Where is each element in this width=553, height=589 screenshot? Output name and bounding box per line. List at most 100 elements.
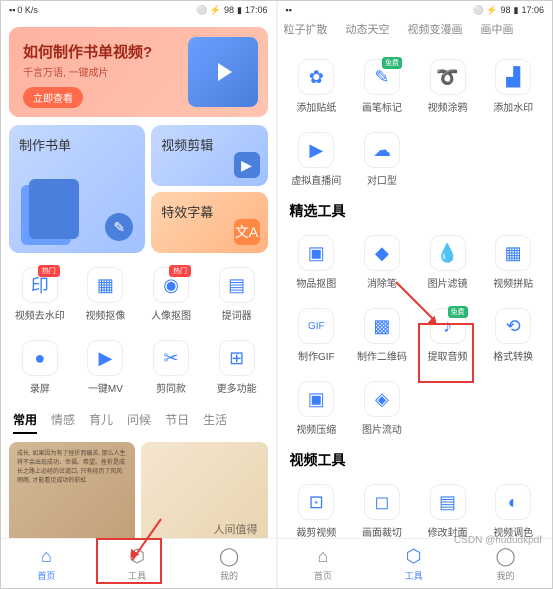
badge: 热门	[169, 265, 191, 277]
tool-label: 添加水印	[493, 99, 533, 114]
tool-item[interactable]: ◈图片流动	[351, 377, 413, 440]
更多功能-icon: ⊞	[219, 340, 255, 376]
tool-item[interactable]: ▟ 添加水印	[482, 55, 544, 118]
tool-grid: 印热门视频去水印▦视频抠像◉热门人像抠图▤提词器	[9, 263, 268, 326]
tool-label: 消除笔	[367, 275, 397, 290]
tab[interactable]: 问候	[127, 411, 151, 434]
translate-icon: 文A	[234, 219, 260, 245]
视频调色-icon: ◐	[495, 484, 531, 520]
banner-art	[188, 37, 258, 107]
left-screen: ▪▪0 K/s ⚪ ⚡98▮17:06 如何制作书单视频? 千言万语, 一键成片…	[1, 1, 276, 588]
signal-icon: ▪▪	[286, 5, 292, 15]
nav-首页[interactable]: ⌂ 首页	[314, 546, 332, 582]
图片滤镜-icon: 💧	[430, 235, 466, 271]
tool-item[interactable]: ✂剪同款	[140, 336, 202, 399]
添加贴纸-icon: ✿	[298, 59, 334, 95]
tool-item[interactable]: ▩制作二维码	[351, 304, 413, 367]
edit-icon: ▶	[234, 152, 260, 178]
card-subtitle[interactable]: 特效字幕 文A	[151, 192, 267, 253]
promo-banner[interactable]: 如何制作书单视频? 千言万语, 一键成片 立即查看	[9, 27, 268, 117]
tool-item[interactable]: ☁对口型	[351, 128, 413, 191]
tool-item[interactable]: ⟲格式转换	[482, 304, 544, 367]
play-icon	[218, 63, 232, 81]
feed-item[interactable]: 成长, 如果因为有了挫折而痛苦, 那么人生将不会出现成功、幸福、希望。挫折是成长…	[9, 442, 135, 538]
tool-item[interactable]: ▦视频拼贴	[482, 231, 544, 294]
bt-icon: ⚪ ⚡	[473, 5, 498, 16]
category-tab[interactable]: 视频变漫画	[408, 21, 463, 39]
tool-label: 视频去水印	[15, 307, 65, 322]
tool-label: 虚拟直播间	[291, 172, 341, 187]
tool-label: 视频调色	[493, 524, 533, 538]
nav-label: 我的	[220, 569, 238, 582]
nav-icon: ⌂	[41, 546, 52, 567]
tool-item[interactable]: ➰视频涂鸦	[417, 55, 479, 118]
tool-item[interactable]: 印热门视频去水印	[9, 263, 71, 326]
tool-item[interactable]: 💧 图片滤镜	[417, 231, 479, 294]
tool-item[interactable]: ◆消除笔	[351, 231, 413, 294]
tool-label: 人像抠图	[151, 307, 191, 322]
tool-item[interactable]: ⊞更多功能	[206, 336, 268, 399]
tool-item[interactable]: ▤修改封面	[417, 480, 479, 538]
tool-label: 对口型	[367, 172, 397, 187]
tab[interactable]: 情感	[51, 411, 75, 434]
category-tab[interactable]: 动态天空	[346, 21, 390, 39]
nav-工具[interactable]: ⬡工具	[405, 546, 423, 582]
视频压缩-icon: ▣	[298, 381, 334, 417]
视频去水印-icon: 印热门	[22, 267, 58, 303]
card-video-edit[interactable]: 视频剪辑 ▶	[151, 125, 267, 186]
feed-item[interactable]: 人间值得	[141, 442, 267, 538]
tool-item[interactable]: ✎免费画笔标记	[351, 55, 413, 118]
tool-item[interactable]: ▤ 提词器	[206, 263, 268, 326]
tool-item[interactable]: ●录屏	[9, 336, 71, 399]
画面裁切-icon: ◻	[364, 484, 400, 520]
card-booklist[interactable]: 制作书单 ✎	[9, 125, 145, 253]
tool-item[interactable]: ▶虚拟直播间	[286, 128, 348, 191]
bt-icon: ⚪ ⚡	[196, 5, 221, 16]
图片流动-icon: ◈	[364, 381, 400, 417]
tool-item[interactable]: ▣视频压缩	[286, 377, 348, 440]
tool-label: 裁剪视频	[296, 524, 336, 538]
提词器-icon: ▤	[219, 267, 255, 303]
category-tab[interactable]: 粒子扩散	[284, 21, 328, 39]
nav-icon: ⌂	[317, 546, 328, 567]
tool-item[interactable]: ▶一键MV	[75, 336, 137, 399]
banner-button[interactable]: 立即查看	[23, 87, 83, 108]
添加水印-icon: ▟	[495, 59, 531, 95]
tool-label: 提取音频	[428, 348, 468, 363]
视频拼贴-icon: ▦	[495, 235, 531, 271]
tool-item[interactable]: ▣物品抠图	[286, 231, 348, 294]
nav-我的[interactable]: ◯我的	[219, 546, 239, 582]
nav-icon: ◯	[495, 546, 515, 567]
nav-label: 首页	[314, 569, 332, 582]
tool-item[interactable]: ◐ 视频调色	[482, 480, 544, 538]
tool-item[interactable]: ◻画面裁切	[351, 480, 413, 538]
nav-首页[interactable]: ⌂ 首页	[37, 546, 55, 582]
tool-label: 格式转换	[493, 348, 533, 363]
tool-label: 提词器	[222, 307, 252, 322]
badge: 免费	[448, 306, 468, 318]
nav-我的[interactable]: ◯我的	[495, 546, 515, 582]
tool-item[interactable]: ▦视频抠像	[75, 263, 137, 326]
content-area: ✿添加贴纸✎免费画笔标记➰视频涂鸦▟添加水印 ▶虚拟直播间☁对口型 精选工具 ▣…	[278, 41, 553, 538]
tool-item[interactable]: ✿添加贴纸	[286, 55, 348, 118]
tool-label: 一键MV	[88, 380, 123, 395]
category-tab[interactable]: 画中画	[481, 21, 514, 39]
tool-item[interactable]: ♪免费提取音频	[417, 304, 479, 367]
nav-label: 工具	[405, 569, 423, 582]
tab[interactable]: 生活	[203, 411, 227, 434]
tool-item[interactable]: GIF制作GIF	[286, 304, 348, 367]
tab[interactable]: 常用	[13, 411, 37, 434]
tool-item[interactable]: ◉热门人像抠图	[140, 263, 202, 326]
tool-label: 图片滤镜	[428, 275, 468, 290]
badge: 热门	[38, 265, 60, 277]
物品抠图-icon: ▣	[298, 235, 334, 271]
tab[interactable]: 节日	[165, 411, 189, 434]
nav-label: 首页	[37, 569, 55, 582]
tool-item[interactable]: ⊡裁剪视频	[286, 480, 348, 538]
feed: 成长, 如果因为有了挫折而痛苦, 那么人生将不会出现成功、幸福、希望。挫折是成长…	[9, 442, 268, 538]
badge: 免费	[382, 57, 402, 69]
tab[interactable]: 育儿	[89, 411, 113, 434]
time: 17:06	[521, 5, 544, 15]
tool-label: 修改封面	[428, 524, 468, 538]
right-screen: ▪▪ ⚪ ⚡98▮17:06 粒子扩散动态天空视频变漫画画中画 ✿添加贴纸✎免费…	[278, 1, 553, 588]
